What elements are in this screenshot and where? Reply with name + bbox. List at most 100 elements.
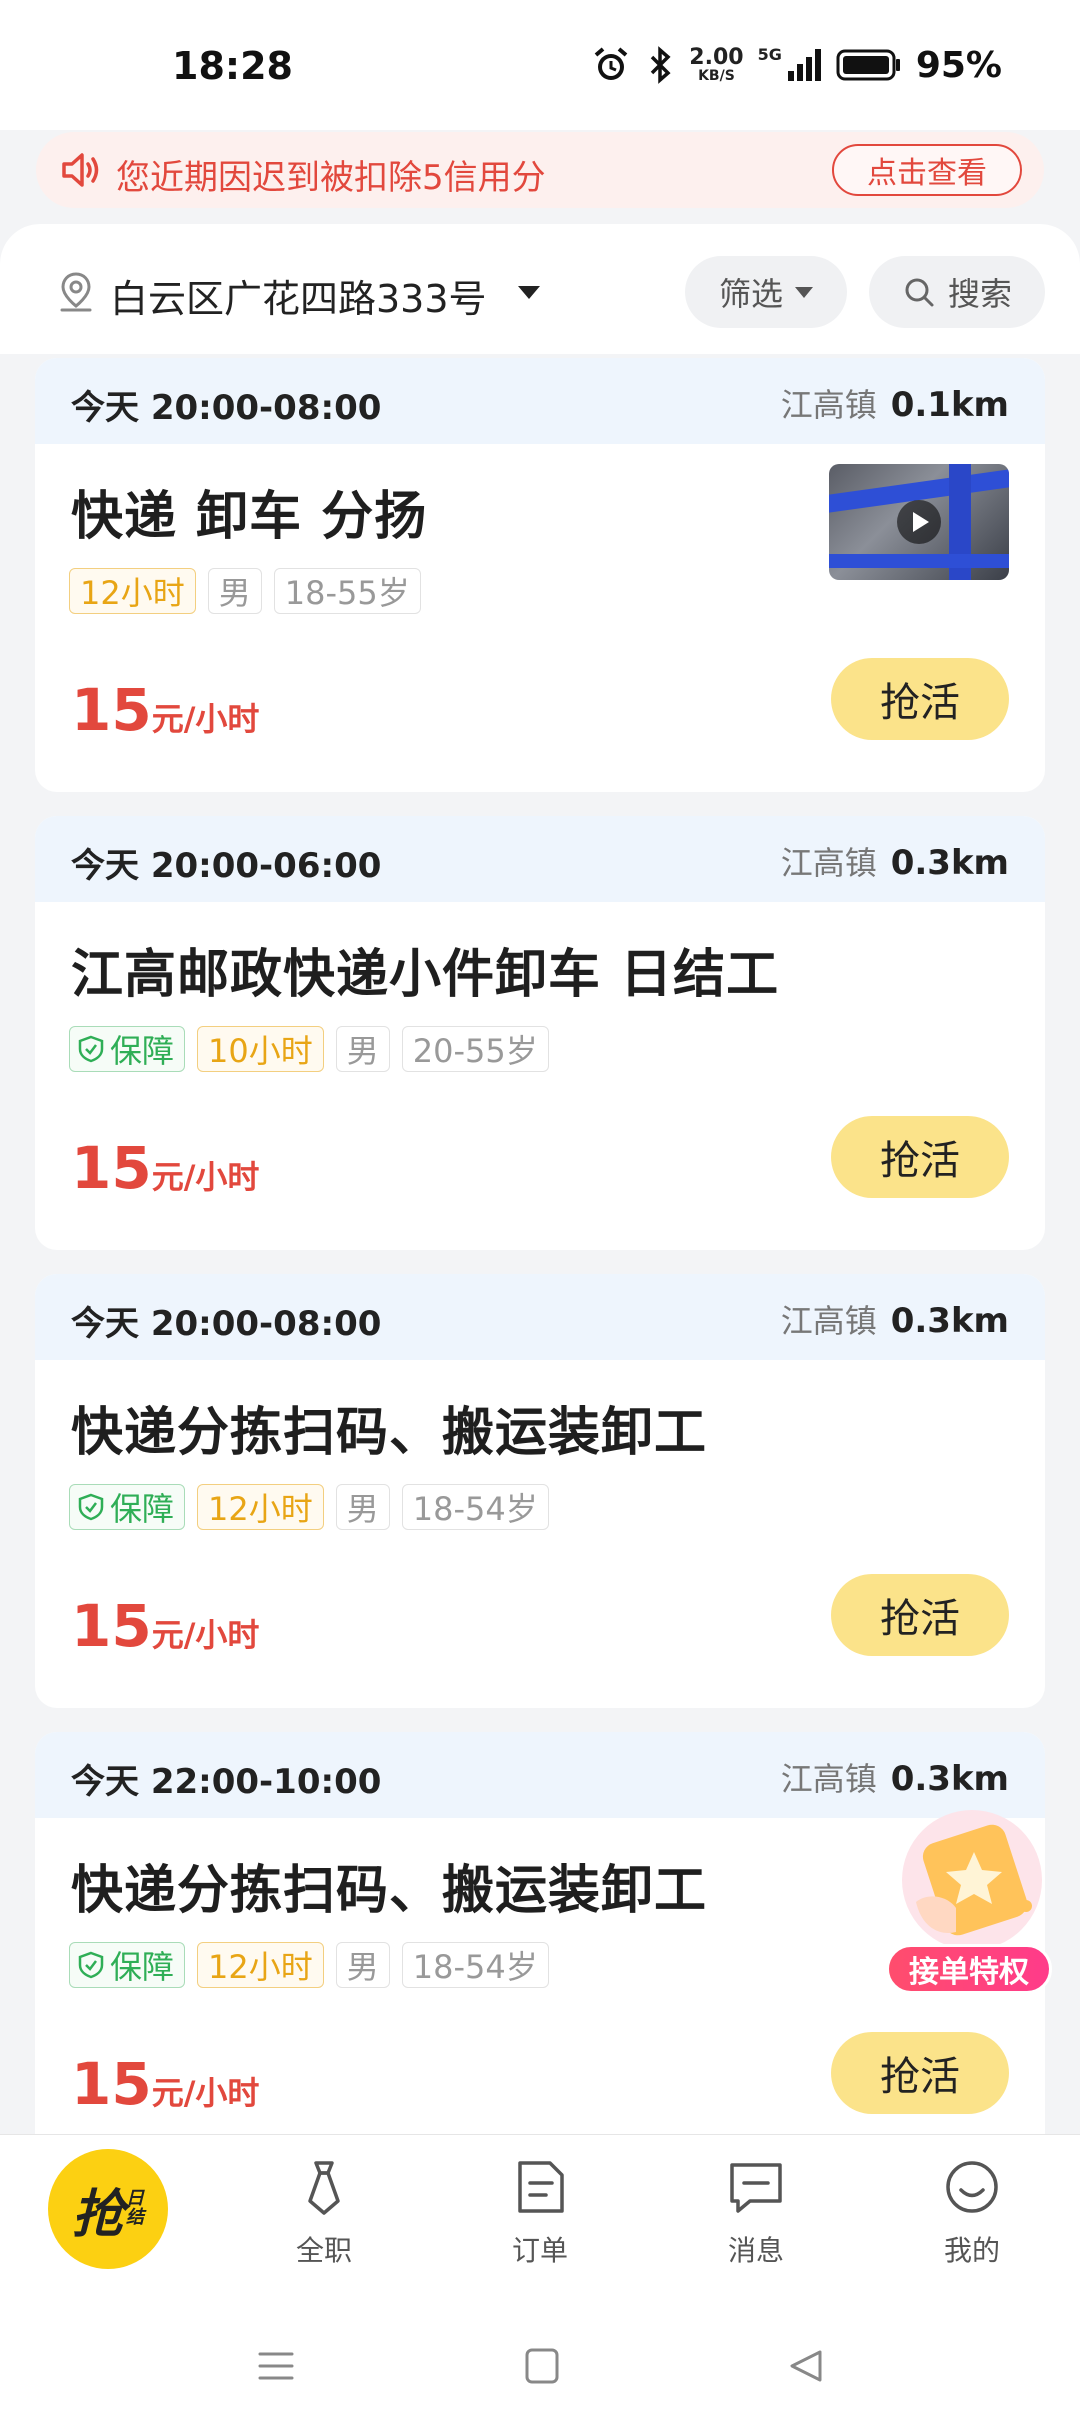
nav-label: 全职 xyxy=(295,2234,352,2267)
nav-orders[interactable]: 订单 xyxy=(470,2155,610,2285)
job-tags: 保障 10小时 男 20-55岁 xyxy=(69,1026,549,1072)
location-selector[interactable]: 白云区广花四路333号 xyxy=(110,268,487,323)
job-km: 0.3km xyxy=(890,1301,1009,1341)
nav-fulltime[interactable]: 全职 xyxy=(254,2155,394,2285)
credit-notice-banner[interactable]: 您近期因迟到被扣除5信用分 点击查看 xyxy=(36,132,1044,208)
caret-down-icon[interactable] xyxy=(518,286,540,299)
job-tags: 12小时 男 18-55岁 xyxy=(69,568,421,614)
shield-check-icon xyxy=(78,1035,104,1063)
tag-age: 18-54岁 xyxy=(401,1942,549,1988)
shield-check-icon xyxy=(78,1493,104,1521)
nav-label: 消息 xyxy=(727,2234,784,2267)
tag-age: 20-55岁 xyxy=(401,1026,549,1072)
tag-age: 18-54岁 xyxy=(401,1484,549,1530)
job-time: 今天 22:00-10:00 xyxy=(71,1762,382,1802)
status-bar: 18:28 2.00 KB/S 5G 95% xyxy=(0,0,1080,130)
signal-type: 5G xyxy=(757,44,782,64)
nav-daily-job[interactable]: 抢 日 结 xyxy=(48,2149,168,2269)
tag-gender: 男 xyxy=(335,1484,390,1530)
job-tags: 保障 12小时 男 18-54岁 xyxy=(69,1942,549,1988)
battery-percent: 95% xyxy=(915,44,1002,86)
job-town: 江高镇 xyxy=(780,1760,877,1798)
caret-down-icon xyxy=(795,286,813,298)
job-price: 15 元/小时 xyxy=(71,1134,259,1202)
job-distance: 江高镇 0.1km xyxy=(781,380,1009,426)
price-unit: 元/小时 xyxy=(151,1616,260,1654)
filter-bar: 白云区广花四路333号 筛选 搜索 xyxy=(0,224,1080,354)
menu-icon[interactable] xyxy=(256,2346,296,2386)
nav-label: 我的 xyxy=(943,2234,1000,2267)
job-town: 江高镇 xyxy=(780,1302,877,1340)
battery-icon xyxy=(836,49,900,81)
job-price: 15 元/小时 xyxy=(71,2050,259,2118)
grab-job-button[interactable]: 抢活 xyxy=(831,1574,1009,1656)
tag-age: 18-55岁 xyxy=(273,568,421,614)
home-square-icon[interactable] xyxy=(524,2346,560,2386)
price-value: 15 xyxy=(71,676,152,744)
guarantee-label: 保障 xyxy=(110,1948,175,1986)
nav-profile[interactable]: 我的 xyxy=(902,2155,1042,2285)
shield-check-icon xyxy=(78,1951,104,1979)
view-notice-button[interactable]: 点击查看 xyxy=(832,144,1022,196)
guarantee-label: 保障 xyxy=(110,1032,175,1070)
bluetooth-icon xyxy=(651,46,671,84)
tag-hours: 10小时 xyxy=(197,1026,324,1072)
tag-hours: 12小时 xyxy=(69,568,196,614)
system-navigation-bar xyxy=(0,2300,1080,2412)
tie-icon xyxy=(308,2161,340,2215)
gift-card-icon xyxy=(902,1810,1042,1950)
tag-hours: 12小时 xyxy=(197,1942,324,1988)
job-card[interactable]: 今天 20:00-08:00 江高镇 0.3km 快递分拣扫码、搬运装卸工 保障… xyxy=(35,1274,1045,1708)
order-privilege-label[interactable]: 接单特权 xyxy=(886,1944,1052,1994)
home-main-label: 抢 xyxy=(71,2184,124,2245)
speaker-icon xyxy=(62,153,99,187)
tag-guarantee: 保障 xyxy=(69,1484,186,1530)
back-icon[interactable] xyxy=(786,2346,826,2386)
search-button[interactable]: 搜索 xyxy=(869,256,1045,328)
job-card-header: 今天 20:00-08:00 江高镇 0.3km xyxy=(35,1274,1045,1360)
job-time: 今天 20:00-06:00 xyxy=(71,846,382,886)
job-town: 江高镇 xyxy=(780,844,877,882)
job-price: 15 元/小时 xyxy=(71,1592,259,1660)
home-sub-2: 结 xyxy=(126,2207,144,2228)
grab-job-button[interactable]: 抢活 xyxy=(831,2032,1009,2114)
location-pin-icon xyxy=(60,272,92,312)
signal-icon xyxy=(787,49,821,81)
job-time: 今天 20:00-08:00 xyxy=(71,1304,382,1344)
job-km: 0.3km xyxy=(890,1759,1009,1799)
tag-guarantee: 保障 xyxy=(69,1942,186,1988)
job-card[interactable]: 今天 20:00-08:00 江高镇 0.1km 快递 卸车 分扬 12小时 男… xyxy=(35,358,1045,792)
notice-text: 您近期因迟到被扣除5信用分 xyxy=(116,158,546,198)
price-unit: 元/小时 xyxy=(151,1158,260,1196)
job-price: 15 元/小时 xyxy=(71,676,259,744)
job-title: 快递 卸车 分扬 xyxy=(71,487,428,547)
document-icon xyxy=(518,2161,564,2213)
order-privilege-float[interactable]: 接单特权 xyxy=(876,1806,1060,2006)
job-distance: 江高镇 0.3km xyxy=(781,1754,1009,1800)
job-km: 0.3km xyxy=(890,843,1009,883)
nav-messages[interactable]: 消息 xyxy=(686,2155,826,2285)
tag-hours: 12小时 xyxy=(197,1484,324,1530)
grab-job-button[interactable]: 抢活 xyxy=(831,658,1009,740)
job-distance: 江高镇 0.3km xyxy=(781,1296,1009,1342)
price-value: 15 xyxy=(71,1592,152,1660)
status-time: 18:28 xyxy=(172,44,293,88)
search-icon xyxy=(905,278,934,307)
job-title: 江高邮政快递小件卸车 日结工 xyxy=(71,945,780,1005)
job-card-header: 今天 20:00-08:00 江高镇 0.1km xyxy=(35,358,1045,444)
play-icon[interactable] xyxy=(897,500,941,544)
thumbnail-shape xyxy=(829,554,1009,568)
job-video-thumbnail[interactable] xyxy=(829,464,1009,580)
tag-guarantee: 保障 xyxy=(69,1026,186,1072)
job-time: 今天 20:00-08:00 xyxy=(71,388,382,428)
job-km: 0.1km xyxy=(890,385,1009,425)
filter-button[interactable]: 筛选 xyxy=(685,256,847,328)
tag-gender: 男 xyxy=(207,568,262,614)
job-card[interactable]: 今天 20:00-06:00 江高镇 0.3km 江高邮政快递小件卸车 日结工 … xyxy=(35,816,1045,1250)
tag-gender: 男 xyxy=(335,1942,390,1988)
status-icons: 2.00 KB/S 5G 95% xyxy=(591,40,1002,90)
tag-gender: 男 xyxy=(335,1026,390,1072)
price-unit: 元/小时 xyxy=(151,2074,260,2112)
job-tags: 保障 12小时 男 18-54岁 xyxy=(69,1484,549,1530)
grab-job-button[interactable]: 抢活 xyxy=(831,1116,1009,1198)
